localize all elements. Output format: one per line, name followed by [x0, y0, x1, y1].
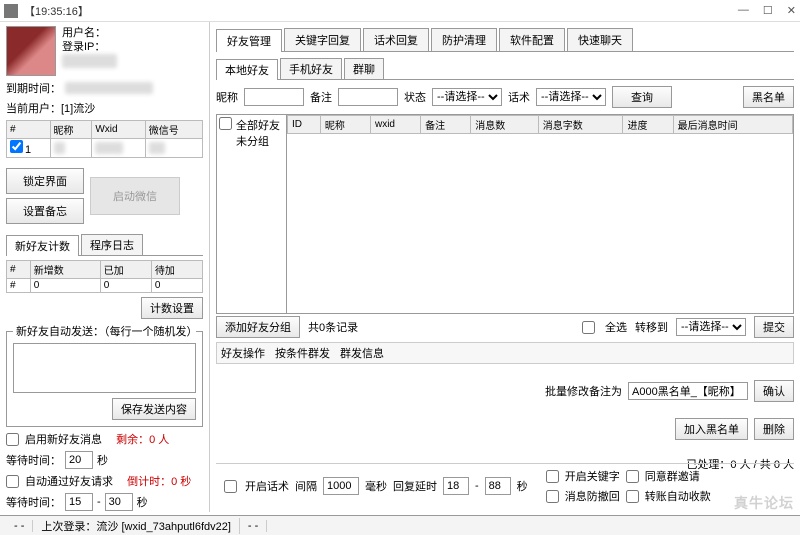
expire-value: xxxxxxxxxxxxxxxx [65, 82, 153, 94]
col-wxno: 微信号 [145, 121, 202, 139]
blacklist-button[interactable]: 黑名单 [743, 86, 794, 108]
nick-input[interactable] [244, 88, 304, 106]
chk-auto-pass[interactable] [6, 475, 19, 488]
delete-button[interactable]: 删除 [754, 418, 794, 440]
sub-tabs: 本地好友 手机好友 群聊 [216, 58, 794, 80]
grid-area: 全部好友未分组 ID 昵称 wxid 备注 消息数 消息字数 进度 最后消息时间 [216, 114, 794, 314]
batch-label: 批量修改备注为 [545, 383, 622, 399]
tab-keyword-reply[interactable]: 关键字回复 [284, 28, 361, 51]
chk-enable-new[interactable] [6, 433, 19, 446]
delay-b-input[interactable] [485, 477, 511, 495]
ip-value: xxxxxxxxxx [62, 54, 117, 68]
group-tree: 全部好友未分组 [217, 115, 287, 313]
delay-a-input[interactable] [443, 477, 469, 495]
transfer-select[interactable]: --请选择-- [676, 318, 746, 336]
ops-mass-send[interactable]: 群发信息 [340, 345, 384, 361]
confirm-button[interactable]: 确认 [754, 380, 794, 402]
chk-auto-collect[interactable] [626, 490, 639, 503]
backup-button[interactable]: 设置备忘 [6, 198, 84, 224]
tab-new-friend-count[interactable]: 新好友计数 [6, 235, 79, 256]
friend-count-table: # 新增数 已加 待加 # 0 0 0 [6, 260, 203, 293]
expire-label: 到期时间： [6, 80, 61, 96]
user-info: 用户名： 登录IP： xxxxxxxxxx [62, 26, 117, 76]
titlebar: 【19:35:16】 — ☐ ✕ [0, 0, 800, 22]
chk-keyword[interactable] [546, 470, 559, 483]
status-last-login: 上次登录：流沙 [wxid_73ahputl6fdv22] [33, 518, 240, 534]
minimize-icon[interactable]: — [738, 4, 749, 17]
row-check[interactable] [10, 140, 23, 153]
app-icon [4, 4, 18, 18]
tab-program-log[interactable]: 程序日志 [81, 234, 143, 255]
tree-item-all[interactable]: 全部好友未分组 [219, 117, 284, 149]
filter-row: 昵称 备注 状态--请选择-- 话术--请选择-- 查询 黑名单 [216, 86, 794, 108]
wait-input[interactable] [65, 451, 93, 469]
wait-a-input[interactable] [65, 493, 93, 511]
wait-b-input[interactable] [105, 493, 133, 511]
col-nick: 昵称 [50, 121, 92, 139]
status-select[interactable]: --请选择-- [432, 88, 502, 106]
watermark: 真牛论坛 [734, 493, 794, 513]
tab-quick-chat[interactable]: 快速聊天 [567, 28, 633, 51]
count-settings-button[interactable]: 计数设置 [141, 297, 203, 319]
chk-select-all[interactable] [582, 321, 595, 334]
tab-software-config[interactable]: 软件配置 [499, 28, 565, 51]
col-idx: # [7, 121, 51, 139]
lock-button[interactable]: 锁定界面 [6, 168, 84, 194]
record-count: 共0条记录 [308, 319, 358, 335]
save-send-button[interactable]: 保存发送内容 [112, 398, 196, 420]
tab-local-friends[interactable]: 本地好友 [216, 59, 278, 80]
query-button[interactable]: 查询 [612, 86, 672, 108]
tab-script-reply[interactable]: 话术回复 [363, 28, 429, 51]
remain-label: 剩余：0 人 [116, 431, 169, 447]
remark-input[interactable] [338, 88, 398, 106]
tab-friend-mgmt[interactable]: 好友管理 [216, 29, 282, 52]
account-table: # 昵称 Wxid 微信号 1 xx xxxxx xxx [6, 120, 203, 158]
main-tabs: 好友管理 关键字回复 话术回复 防护清理 软件配置 快速聊天 [216, 28, 794, 52]
right-panel: 好友管理 关键字回复 话术回复 防护清理 软件配置 快速聊天 本地好友 手机好友… [210, 22, 800, 512]
interval-input[interactable] [323, 477, 359, 495]
left-panel: 用户名： 登录IP： xxxxxxxxxx 到期时间：xxxxxxxxxxxxx… [0, 22, 210, 512]
friend-grid[interactable]: ID 昵称 wxid 备注 消息数 消息字数 进度 最后消息时间 [287, 115, 793, 313]
maximize-icon[interactable]: ☐ [763, 4, 773, 17]
auto-send-textarea[interactable] [13, 343, 196, 393]
tab-protection[interactable]: 防护清理 [431, 28, 497, 51]
tab-phone-friends[interactable]: 手机好友 [280, 58, 342, 79]
ops-row: 好友操作 按条件群发 群发信息 [216, 342, 794, 364]
ops-cond-send[interactable]: 按条件群发 [275, 345, 330, 361]
current-user: 当前用户：[1]流沙 [6, 100, 203, 116]
auto-send-label: 新好友自动发送：（每行一个随机发） [13, 323, 196, 339]
batch-remark-input[interactable] [628, 382, 748, 400]
countdown-label: 倒计时：0 秒 [127, 473, 191, 489]
ip-label: 登录IP： [62, 41, 105, 53]
chk-anti-recall[interactable] [546, 490, 559, 503]
status-seg-1: - - [6, 520, 33, 532]
table-row: # 0 0 0 [7, 279, 203, 293]
script-select[interactable]: --请选择-- [536, 88, 606, 106]
ops-label: 好友操作 [221, 345, 265, 361]
status-seg-3: - - [240, 520, 267, 532]
col-wxid: Wxid [92, 121, 145, 139]
add-group-button[interactable]: 添加好友分组 [216, 316, 300, 338]
close-icon[interactable]: ✕ [787, 4, 796, 17]
start-wechat-button[interactable]: 启动微信 [90, 177, 180, 215]
chk-script[interactable] [224, 480, 237, 493]
window-title: 【19:35:16】 [24, 3, 738, 19]
statusbar: - - 上次登录：流沙 [wxid_73ahputl6fdv22] - - [0, 515, 800, 535]
tab-groups[interactable]: 群聊 [344, 58, 384, 79]
table-row[interactable]: 1 xx xxxxx xxx [7, 139, 203, 158]
avatar [6, 26, 56, 76]
user-label: 用户名： [62, 27, 106, 39]
submit-button[interactable]: 提交 [754, 316, 794, 338]
chk-agree-group[interactable] [626, 470, 639, 483]
add-blacklist-button[interactable]: 加入黑名单 [675, 418, 748, 440]
